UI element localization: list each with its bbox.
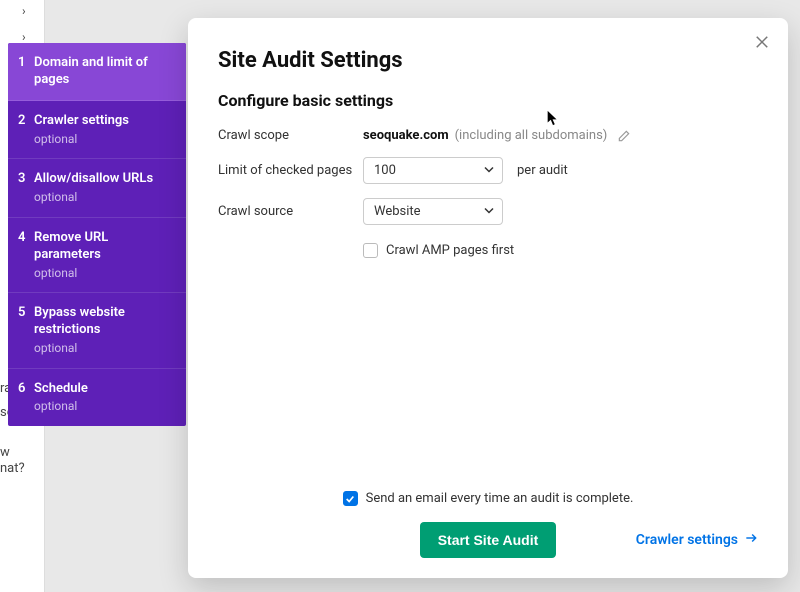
checkbox-crawl-amp[interactable] — [363, 243, 378, 258]
step-number: 1 — [18, 55, 34, 70]
suffix-per-audit: per audit — [517, 163, 568, 178]
step-optional: optional — [34, 266, 176, 282]
label-crawl-source: Crawl source — [218, 204, 363, 219]
step-label: Remove URL parameters — [34, 230, 176, 264]
row-email-notify: Send an email every time an audit is com… — [343, 491, 634, 506]
step-label: Allow/disallow URLs — [34, 171, 153, 188]
row-crawl-scope: Crawl scope seoquake.com (including all … — [218, 128, 758, 143]
step-label: Crawler settings — [34, 113, 129, 130]
label-email-notify: Send an email every time an audit is com… — [366, 491, 634, 506]
select-value: 100 — [374, 163, 396, 178]
label-crawl-scope: Crawl scope — [218, 128, 363, 143]
note-crawl-scope: (including all subdomains) — [455, 128, 608, 143]
label-limit-pages: Limit of checked pages — [218, 163, 363, 178]
step-optional: optional — [34, 341, 176, 357]
step-number: 2 — [18, 113, 34, 128]
value-crawl-scope: seoquake.com — [363, 128, 449, 143]
step-crawler-settings[interactable]: 2 Crawler settings optional — [8, 101, 186, 159]
step-allow-disallow-urls[interactable]: 3 Allow/disallow URLs optional — [8, 159, 186, 217]
arrow-right-icon — [744, 531, 758, 549]
select-crawl-source[interactable]: Website — [363, 198, 503, 225]
step-remove-url-parameters[interactable]: 4 Remove URL parameters optional — [8, 218, 186, 293]
step-label: Schedule — [34, 381, 88, 398]
chevron-right-icon[interactable]: › — [22, 30, 26, 44]
select-value: Website — [374, 204, 421, 219]
link-label: Crawler settings — [636, 532, 738, 548]
background-text: nat? — [0, 460, 25, 478]
next-crawler-settings-link[interactable]: Crawler settings — [636, 531, 758, 549]
step-optional: optional — [34, 132, 129, 148]
step-label: Bypass website restrictions — [34, 305, 176, 339]
step-optional: optional — [34, 399, 88, 415]
row-crawl-source: Crawl source Website — [218, 198, 758, 225]
row-limit-pages: Limit of checked pages 100 per audit — [218, 157, 758, 184]
chevron-down-icon — [484, 204, 494, 219]
start-site-audit-button[interactable]: Start Site Audit — [420, 522, 557, 558]
step-optional: optional — [34, 190, 153, 206]
chevron-down-icon — [484, 163, 494, 178]
step-label: Domain and limit of pages — [34, 55, 176, 89]
label-crawl-amp: Crawl AMP pages first — [386, 243, 514, 258]
settings-modal: Site Audit Settings Configure basic sett… — [188, 18, 788, 578]
edit-icon[interactable] — [617, 129, 631, 143]
row-crawl-amp: Crawl AMP pages first — [363, 243, 758, 258]
checkbox-email-notify[interactable] — [343, 491, 358, 506]
step-bypass-restrictions[interactable]: 5 Bypass website restrictions optional — [8, 293, 186, 368]
step-schedule[interactable]: 6 Schedule optional — [8, 369, 186, 426]
step-domain-and-limit[interactable]: 1 Domain and limit of pages — [8, 43, 186, 101]
step-number: 3 — [18, 171, 34, 186]
section-subtitle: Configure basic settings — [218, 91, 758, 110]
wizard-steps: 1 Domain and limit of pages 2 Crawler se… — [8, 43, 186, 426]
chevron-right-icon[interactable]: › — [22, 4, 26, 18]
select-limit-pages[interactable]: 100 — [363, 157, 503, 184]
step-number: 4 — [18, 230, 34, 245]
modal-title: Site Audit Settings — [218, 48, 758, 73]
step-number: 5 — [18, 305, 34, 320]
step-number: 6 — [18, 381, 34, 396]
